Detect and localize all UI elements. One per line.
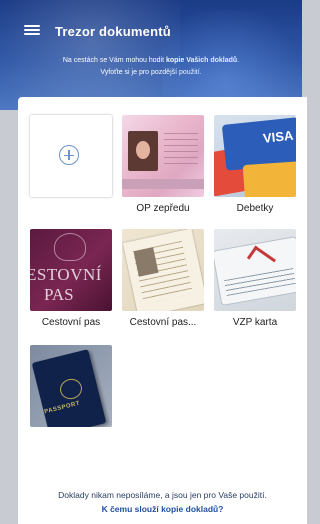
- document-tile-passport-blue[interactable]: PASSPORT: [30, 345, 112, 427]
- blue-passport-thumbnail[interactable]: PASSPORT: [30, 345, 112, 427]
- subtitle-text: Na cestách se Vám mohou hodit: [62, 57, 166, 64]
- document-label: Debetky: [236, 203, 274, 214]
- passport-text-line2: PAS: [44, 285, 74, 304]
- document-label: VZP karta: [232, 317, 278, 328]
- add-document-thumb[interactable]: [30, 115, 112, 197]
- document-tile-cestovni-pas[interactable]: ESTOVNÍ PAS Cestovní pas: [30, 229, 112, 328]
- documents-card: OP zepředu Debetky ESTOVNÍ PAS Cestovní …: [18, 97, 307, 524]
- passport-text-line1: ESTOVNÍ: [30, 265, 102, 284]
- document-label: Cestovní pas: [41, 317, 101, 328]
- passport-page: [122, 229, 204, 311]
- header-subtitle: Na cestách se Vám mohou hodit kopie Vaši…: [22, 55, 280, 79]
- subtitle-period: .: [237, 57, 240, 64]
- add-document-tile[interactable]: [30, 115, 112, 197]
- id-card-thumbnail[interactable]: [122, 115, 204, 197]
- passport-emblem: [54, 233, 86, 261]
- subtitle-bold-text: kopie Vašich dokladů: [165, 57, 238, 64]
- id-strip: [122, 179, 204, 189]
- hamburger-menu-icon[interactable]: [24, 23, 40, 37]
- card-yellow: [242, 160, 296, 197]
- document-tile-debetky[interactable]: Debetky: [214, 115, 296, 214]
- insurance-card-thumbnail[interactable]: [214, 229, 296, 311]
- header: Trezor dokumentů Na cestách se Vám mohou…: [0, 0, 302, 110]
- insurance-card: [214, 235, 296, 307]
- document-tile-op[interactable]: OP zepředu: [122, 115, 204, 214]
- footer-link[interactable]: K čemu slouží kopie dokladů?: [18, 502, 307, 516]
- id-photo: [128, 131, 158, 171]
- page-title: Trezor dokumentů: [55, 24, 171, 39]
- document-tile-cestovni-pas-2[interactable]: Cestovní pas...: [122, 229, 204, 328]
- subtitle-line2: Vyfoťte si je pro pozdější použití.: [100, 69, 202, 76]
- document-tile-vzp[interactable]: VZP karta: [214, 229, 296, 328]
- plus-circle-icon: [59, 145, 79, 165]
- footer-note: Doklady nikam neposíláme, a jsou jen pro…: [58, 490, 267, 500]
- document-label: OP zepředu: [136, 203, 190, 214]
- id-text-lines: [164, 133, 198, 167]
- debit-cards-thumbnail[interactable]: [214, 115, 296, 197]
- footer: Doklady nikam neposíláme, a jsou jen pro…: [18, 488, 307, 516]
- passport-thumbnail[interactable]: ESTOVNÍ PAS: [30, 229, 112, 311]
- document-label: Cestovní pas...: [129, 317, 197, 328]
- passport-copy-thumbnail[interactable]: [122, 229, 204, 311]
